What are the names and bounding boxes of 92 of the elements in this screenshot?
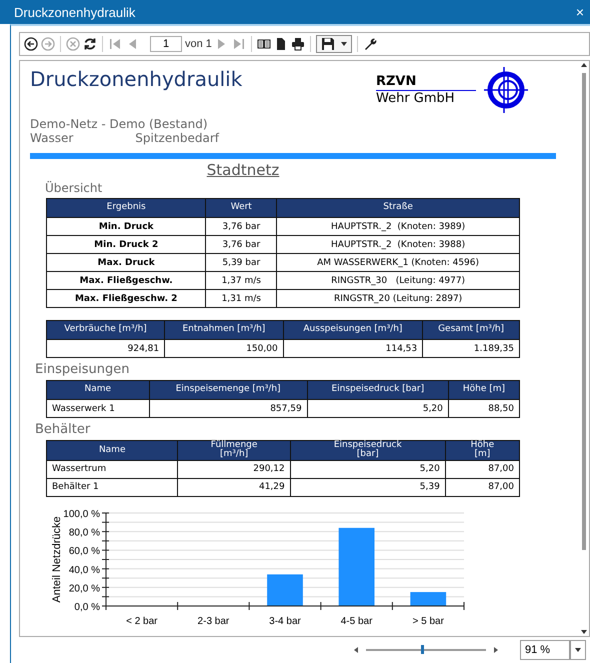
y-tick-label: 20,0 %	[68, 583, 100, 594]
slider-thumb[interactable]	[421, 645, 424, 654]
table-cell: Max. Fließgeschw.	[46, 272, 206, 290]
column-header: Name	[46, 440, 178, 460]
network-name: Demo-Netz - Demo (Bestand)	[30, 117, 209, 131]
back-icon[interactable]	[24, 37, 38, 51]
section-heading: Einspeisungen	[35, 362, 130, 377]
save-icon	[320, 37, 335, 51]
table-cell: 290,12	[178, 460, 290, 478]
table-cell: 5,20	[290, 460, 446, 478]
scroll-up-icon[interactable]	[580, 63, 586, 67]
column-header: Einspeisemenge [m³/h]	[149, 380, 308, 400]
table-cell: 41,29	[178, 478, 290, 496]
column-header: Höhe [m]	[445, 440, 520, 460]
table-cell: 3,76 bar	[206, 218, 277, 236]
chart-bar	[410, 592, 446, 606]
table-cell: 1,37 m/s	[206, 272, 277, 290]
column-header: Füllmenge [m³/h]	[178, 440, 290, 460]
table-cell: Wassertrum	[46, 460, 178, 478]
chart-bar	[267, 574, 303, 606]
y-tick-label: 60,0 %	[68, 546, 100, 558]
two-pages-icon[interactable]	[256, 37, 271, 51]
table-cell: 114,53	[283, 340, 423, 358]
table-cell: Behälter 1	[46, 478, 178, 496]
wrench-icon[interactable]	[362, 37, 377, 51]
table-cell: 5,20	[307, 400, 448, 418]
column-header: Straße	[276, 198, 520, 218]
table-cell: 1.189,35	[422, 340, 520, 358]
zone-title: Stadtnetz	[206, 161, 280, 179]
logo-icon	[484, 67, 528, 113]
column-header: Höhe [m]	[448, 380, 520, 400]
company-name: RZVN	[376, 74, 476, 91]
section-heading: Übersicht	[45, 181, 104, 195]
x-tick-label: < 2 bar	[126, 616, 158, 627]
x-tick-label: 4-5 bar	[340, 616, 372, 627]
x-tick-label: 2-3 bar	[198, 616, 230, 627]
y-tick-label: 80,0 %	[68, 527, 100, 538]
table-cell: 5,39 bar	[206, 254, 277, 272]
scroll-down-icon[interactable]	[580, 630, 586, 634]
table-cell: 3,76 bar	[206, 236, 277, 254]
dropdown-button[interactable]	[570, 640, 586, 660]
window-title: Druckzonenhydraulik	[14, 4, 136, 20]
caret-icon	[340, 42, 347, 46]
zoom-out-icon[interactable]	[354, 647, 358, 653]
save-button[interactable]	[316, 35, 352, 53]
y-tick-label: 100,0 %	[63, 508, 100, 520]
zoom-field[interactable]: 91 %	[520, 640, 570, 660]
report-title: Druckzonenhydraulik	[30, 67, 242, 91]
column-header: Gesamt [m³/h]	[422, 320, 520, 340]
table-cell: Wasserwerk 1	[46, 400, 150, 418]
medium-label: Wasser	[30, 131, 74, 145]
x-tick-label: > 5 bar	[412, 616, 444, 627]
table-cell: Min. Druck 2	[46, 236, 206, 254]
page-count: von 1	[185, 38, 212, 50]
caret-icon	[575, 648, 581, 652]
table-cell: AM WASSERWERK_1 (Knoten: 4596)	[276, 254, 520, 272]
table-cell: 857,59	[149, 400, 308, 418]
print-icon[interactable]	[290, 37, 305, 51]
table-cell: HAUPTSTR._2 (Knoten: 3988)	[276, 236, 520, 254]
page-field[interactable]: 1	[150, 36, 182, 52]
table-cell: Max. Fließgeschw. 2	[46, 290, 206, 308]
table-cell: RINGSTR_20 (Leitung: 2897)	[276, 290, 520, 308]
table-cell: Max. Druck	[46, 254, 206, 272]
table-cell: RINGSTR_30 (Leitung: 4977)	[276, 272, 520, 290]
table-cell: 87,00	[445, 478, 520, 496]
zoom-in-icon[interactable]	[494, 647, 498, 653]
y-tick-label: 40,0 %	[68, 564, 100, 576]
table-cell: 5,39	[290, 478, 446, 496]
x-tick-label: 3-4 bar	[269, 616, 301, 627]
company-name: Wehr GmbH	[376, 91, 456, 106]
column-header: Einspeisedruck [bar]	[290, 440, 446, 460]
column-header: Wert	[206, 198, 277, 218]
y-tick-label: 0,0 %	[74, 602, 100, 613]
section-heading: Behälter	[35, 422, 92, 437]
table-cell: 150,00	[164, 340, 284, 358]
column-header: Ergebnis	[46, 198, 206, 218]
table-cell: 924,81	[46, 340, 165, 358]
column-header: Verbräuche [m³/h]	[46, 320, 165, 340]
column-header: Entnahmen [m³/h]	[164, 320, 284, 340]
column-header: Name	[46, 380, 150, 400]
scenario-label: Spitzenbedarf	[135, 131, 219, 145]
table-cell: 1,31 m/s	[206, 290, 277, 308]
scrollbar[interactable]	[578, 61, 589, 636]
table-cell: 88,50	[448, 400, 520, 418]
column-header: Ausspeisungen [m³/h]	[283, 320, 423, 340]
close-button[interactable]: ×	[574, 4, 586, 20]
table-cell: Min. Druck	[46, 218, 206, 236]
table-cell: HAUPTSTR._2 (Knoten: 3989)	[276, 218, 520, 236]
table-cell: 87,00	[445, 460, 520, 478]
y-axis-title: Anteil Netzdrücke	[51, 516, 63, 602]
column-header: Einspeisedruck [bar]	[307, 380, 448, 400]
refresh-icon[interactable]	[83, 37, 97, 51]
